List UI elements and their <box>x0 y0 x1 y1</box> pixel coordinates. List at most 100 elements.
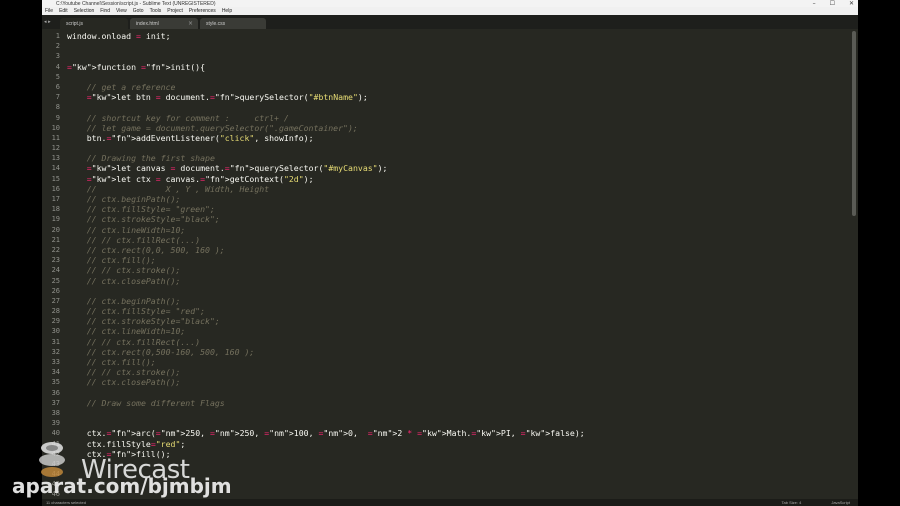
code-line[interactable]: btn.="fn">addEventListener("click", show… <box>67 133 585 143</box>
code-line[interactable]: // ctx.closePath(); <box>67 377 585 387</box>
code-line[interactable]: // shortcut key for comment : ctrl+ / <box>67 113 585 123</box>
line-number: 40 <box>51 429 60 438</box>
code-line[interactable]: // // ctx.stroke(); <box>67 367 585 377</box>
line-number: 11 <box>51 133 60 142</box>
code-line[interactable]: // ctx.fill(); <box>67 255 585 265</box>
code-line[interactable]: // get a reference <box>67 82 585 92</box>
line-number: 14 <box>51 164 60 173</box>
code-line[interactable]: ctx.="fn">arc(="nm">250, ="nm">250, ="nm… <box>67 428 585 438</box>
close-button[interactable]: ✕ <box>849 0 854 7</box>
menu-view[interactable]: View <box>116 8 127 14</box>
code-line[interactable]: ="kw">let canvas = document.="fn">queryS… <box>67 163 585 173</box>
code-line[interactable]: ="kw">let ctx = canvas.="fn">getContext(… <box>67 174 585 184</box>
code-line[interactable]: window.onload = init; <box>67 31 585 41</box>
line-number: 26 <box>51 286 60 295</box>
code-line[interactable] <box>67 286 585 296</box>
line-number: 37 <box>51 398 60 407</box>
code-line[interactable]: // ctx.lineWidth=10; <box>67 225 585 235</box>
code-line[interactable]: // ctx.beginPath(); <box>67 194 585 204</box>
menu-help[interactable]: Help <box>222 8 232 14</box>
code-line[interactable]: // ctx.beginPath(); <box>67 296 585 306</box>
code-line[interactable] <box>67 388 585 398</box>
code-editor[interactable]: window.onload = init; ="kw">function ="f… <box>67 31 585 500</box>
code-line[interactable]: // // ctx.stroke(); <box>67 265 585 275</box>
line-number: 5 <box>55 72 60 81</box>
line-number: 38 <box>51 408 60 417</box>
line-number: 19 <box>51 215 60 224</box>
menu-selection[interactable]: Selection <box>74 8 95 14</box>
title-bar: C:\Youtube Channel\Session\script.js - S… <box>42 0 858 7</box>
code-line[interactable] <box>67 51 585 61</box>
status-syntax[interactable]: JavaScript <box>831 499 850 506</box>
line-number: 20 <box>51 225 60 234</box>
line-number: 15 <box>51 174 60 183</box>
code-line[interactable]: // ctx.closePath(); <box>67 276 585 286</box>
code-line[interactable] <box>67 102 585 112</box>
line-number: 1 <box>55 32 60 40</box>
code-line[interactable]: ctx.fillStyle="red"; <box>67 439 585 449</box>
window-controls: – ☐ ✕ <box>813 0 854 7</box>
line-number: 7 <box>55 93 60 102</box>
code-line[interactable]: // let game = document.querySelector(".g… <box>67 123 585 133</box>
menu-file[interactable]: File <box>45 8 53 14</box>
line-number: 8 <box>55 103 60 112</box>
code-line[interactable]: // ctx.strokeStyle="black"; <box>67 316 585 326</box>
line-number: 34 <box>51 368 60 377</box>
line-number: 18 <box>51 205 60 214</box>
vertical-scrollbar[interactable] <box>852 31 856 216</box>
tab-index-html[interactable]: index.html × <box>130 18 198 29</box>
menu-find[interactable]: Find <box>100 8 110 14</box>
line-number: 30 <box>51 327 60 336</box>
tab-style-css[interactable]: style.css <box>200 18 266 29</box>
code-line[interactable]: // // ctx.fillRect(...) <box>67 235 585 245</box>
code-line[interactable]: // ctx.fill(); <box>67 357 585 367</box>
code-line[interactable]: // ctx.lineWidth=10; <box>67 326 585 336</box>
maximize-button[interactable]: ☐ <box>830 0 835 7</box>
status-tab-size[interactable]: Tab Size: 4 <box>782 499 802 506</box>
line-number: 33 <box>51 358 60 366</box>
tab-nav-arrows-icon[interactable]: ◂ ▸ <box>44 19 51 25</box>
line-number: 6 <box>55 82 60 91</box>
code-line[interactable]: // X , Y , Width, Height <box>67 184 585 194</box>
line-number: 31 <box>51 337 60 346</box>
line-number: 3 <box>55 52 60 61</box>
menu-tools[interactable]: Tools <box>150 8 162 14</box>
code-line[interactable]: ="kw">function ="fn">init(){ <box>67 62 585 72</box>
line-number: 4 <box>55 62 60 71</box>
code-line[interactable] <box>67 41 585 51</box>
code-line[interactable]: // ctx.rect(0,0, 500, 160 ); <box>67 245 585 255</box>
line-number-gutter: 1 2 3 4 5 6 7 8 9 10 11 12 13 14 15 16 17 18 19 20 21 22 23 24 2… <box>42 31 60 500</box>
code-line[interactable]: // ctx.rect(0,500-160, 500, 160 ); <box>67 347 585 357</box>
code-line[interactable] <box>67 72 585 82</box>
line-number: 36 <box>51 388 60 397</box>
tab-label: index.html <box>136 20 159 27</box>
code-line[interactable]: // ctx.fillStyle= "green"; <box>67 204 585 214</box>
menu-edit[interactable]: Edit <box>59 8 68 14</box>
code-line[interactable] <box>67 418 585 428</box>
line-number: 12 <box>51 144 60 153</box>
line-number: 24 <box>51 266 60 275</box>
line-number: 9 <box>55 113 60 122</box>
line-number: 28 <box>51 307 60 316</box>
code-line[interactable]: // ctx.fillStyle= "red"; <box>67 306 585 316</box>
menu-goto[interactable]: Goto <box>133 8 144 14</box>
code-line[interactable]: // // ctx.fillRect(...) <box>67 337 585 347</box>
menu-preferences[interactable]: Preferences <box>189 8 216 14</box>
code-line[interactable]: // ctx.strokeStyle="black"; <box>67 214 585 224</box>
code-line[interactable]: // Draw some different Flags <box>67 398 585 408</box>
line-number: 39 <box>51 419 60 428</box>
code-line[interactable]: // Drawing the first shape <box>67 153 585 163</box>
code-line[interactable] <box>67 143 585 153</box>
code-line[interactable]: ="kw">let btn = document.="fn">querySele… <box>67 92 585 102</box>
tab-script-js[interactable]: script.js <box>60 18 128 29</box>
menu-project[interactable]: Project <box>167 8 183 14</box>
line-number: 32 <box>51 347 60 356</box>
line-number: 13 <box>51 154 60 163</box>
line-number: 23 <box>51 256 60 265</box>
close-icon[interactable]: × <box>188 20 193 27</box>
line-number: 21 <box>51 235 60 244</box>
minimize-button[interactable]: – <box>813 0 816 7</box>
line-number: 10 <box>51 123 60 132</box>
status-selection-info: 11 characters selected <box>46 500 86 505</box>
code-line[interactable] <box>67 408 585 418</box>
